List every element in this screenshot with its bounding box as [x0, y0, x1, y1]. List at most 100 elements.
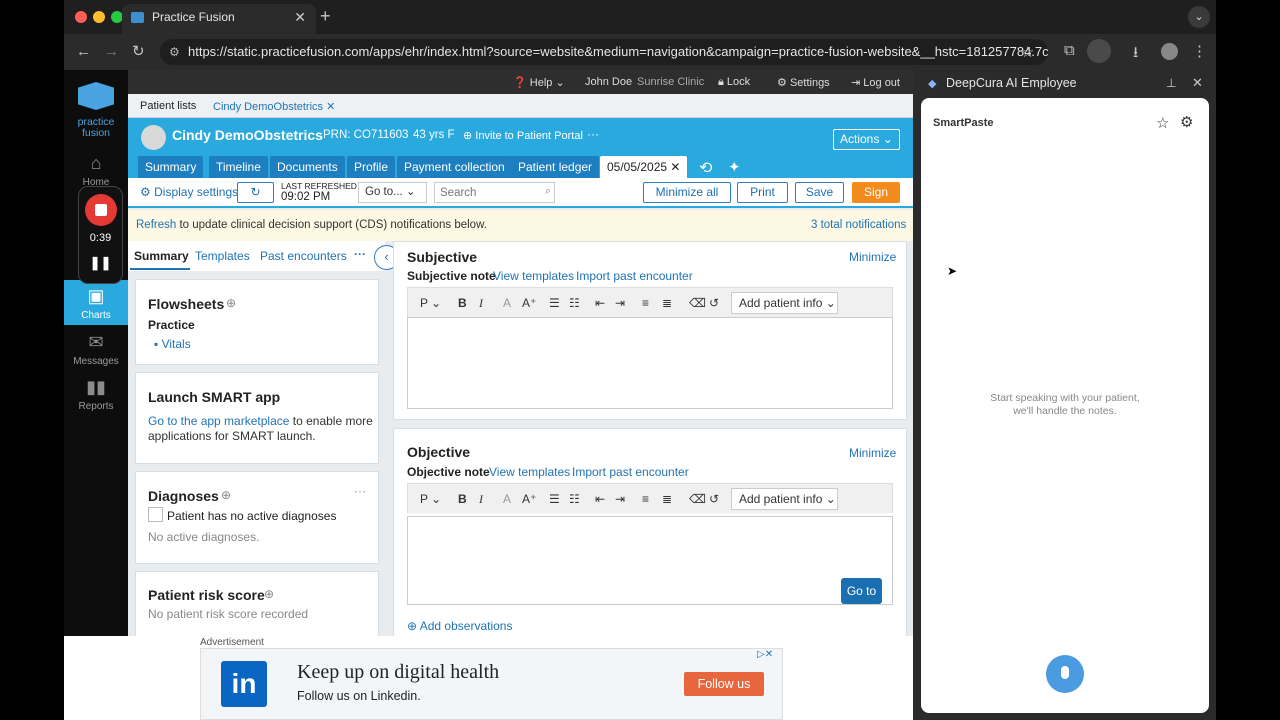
patient-name[interactable]: Cindy DemoObstetrics	[172, 127, 323, 143]
nav-home[interactable]: ⌂ Home	[64, 153, 128, 188]
settings-button[interactable]: ⚙ Settings	[777, 76, 830, 89]
goto-button[interactable]: Go to	[841, 578, 882, 604]
indent-icon[interactable]: ⇥	[615, 492, 625, 506]
search-input[interactable]	[435, 183, 535, 202]
tab-timeline[interactable]: Timeline	[209, 156, 268, 178]
display-settings-link[interactable]: ⚙ Display settings	[140, 185, 238, 199]
align-left-icon[interactable]: ≡	[642, 296, 649, 310]
download-icon[interactable]: ⭳	[1133, 42, 1138, 67]
bold-icon[interactable]: B	[458, 296, 467, 310]
pin-icon[interactable]: ⊥	[1166, 76, 1176, 90]
no-diagnoses-checkbox[interactable]	[148, 507, 163, 522]
sign-button[interactable]: Sign	[852, 182, 900, 203]
objective-minimize-link[interactable]: Minimize	[849, 446, 896, 460]
font-size-down-icon[interactable]: A	[503, 296, 511, 310]
extensions-icon[interactable]: ⧉	[1064, 42, 1075, 59]
lock-button[interactable]: 🔒︎ Lock	[718, 76, 750, 89]
cds-refresh-link[interactable]: Refresh	[136, 219, 176, 231]
history-icon[interactable]: ⟲	[699, 158, 712, 178]
outdent-icon[interactable]: ⇤	[595, 492, 605, 506]
patient-tab-current[interactable]: Cindy DemoObstetrics ✕	[213, 100, 335, 113]
actions-dropdown[interactable]: Actions ⌄	[833, 129, 900, 150]
refresh-button[interactable]: ↻	[237, 182, 274, 203]
subjective-import-link[interactable]: Import past encounter	[576, 269, 693, 283]
more-tabs-icon[interactable]: ···	[354, 247, 366, 261]
bullet-list-icon[interactable]: ☰	[549, 492, 560, 506]
align-left-icon[interactable]: ≡	[642, 492, 649, 506]
subjective-note-editor[interactable]	[407, 317, 893, 409]
user-name[interactable]: John Doe	[585, 76, 632, 88]
stop-recording-button[interactable]	[85, 194, 117, 226]
more-options-icon[interactable]: ···	[587, 127, 599, 141]
add-flowsheet-icon[interactable]: ⊕	[226, 296, 236, 310]
diagnoses-more-icon[interactable]: ···	[354, 484, 366, 498]
app-marketplace-link[interactable]: Go to the app marketplace	[148, 414, 289, 428]
tab-encounter[interactable]: 05/05/2025 ✕	[600, 156, 688, 178]
add-patient-info-dropdown[interactable]: Add patient info ⌄	[731, 292, 838, 314]
back-icon[interactable]: ←	[76, 43, 91, 60]
tab-documents[interactable]: Documents	[270, 156, 345, 178]
side-panel-icon[interactable]	[1087, 39, 1111, 63]
align-center-icon[interactable]: ≣	[662, 296, 672, 310]
follow-us-button[interactable]: Follow us	[684, 672, 764, 696]
nav-reports[interactable]: ▮▮ Reports	[64, 377, 128, 412]
goto-dropdown[interactable]: Go to... ⌄	[358, 182, 427, 203]
add-patient-info-dropdown[interactable]: Add patient info ⌄	[731, 488, 838, 510]
font-size-up-icon[interactable]: A⁺	[522, 296, 536, 310]
left-tab-summary[interactable]: Summary	[134, 249, 189, 263]
left-tab-past-encounters[interactable]: Past encounters	[260, 249, 347, 263]
font-size-up-icon[interactable]: A⁺	[522, 492, 536, 506]
eraser-icon[interactable]: ⌫	[689, 296, 706, 310]
forward-icon[interactable]: →	[104, 43, 119, 60]
font-size-down-icon[interactable]: A	[503, 492, 511, 506]
address-bar[interactable]: ⚙ https://static.practicefusion.com/apps…	[160, 39, 1048, 65]
bullet-list-icon[interactable]: ☰	[549, 296, 560, 310]
add-observations-link[interactable]: ⊕ Add observations	[407, 619, 512, 633]
subjective-view-templates-link[interactable]: View templates	[493, 269, 574, 283]
microphone-button[interactable]	[1046, 655, 1084, 693]
tab-patient-ledger[interactable]: Patient ledger	[511, 156, 600, 178]
objective-view-templates-link[interactable]: View templates	[489, 465, 570, 479]
search-icon[interactable]: ⌕	[545, 185, 551, 198]
patient-lists-tab[interactable]: Patient lists	[140, 100, 196, 112]
close-icon[interactable]: ✕	[1192, 75, 1203, 91]
undo-icon[interactable]: ↺	[709, 296, 719, 310]
undo-icon[interactable]: ↺	[709, 492, 719, 506]
minimize-window-button[interactable]	[93, 11, 105, 23]
help-menu[interactable]: ❓ Help ⌄	[513, 76, 565, 89]
eraser-icon[interactable]: ⌫	[689, 492, 706, 506]
numbered-list-icon[interactable]: ☷	[569, 492, 580, 506]
browser-tab[interactable]: Practice Fusion ✕	[122, 4, 316, 34]
indent-icon[interactable]: ⇥	[615, 296, 625, 310]
outdent-icon[interactable]: ⇤	[595, 296, 605, 310]
clinic-name[interactable]: Sunrise Clinic	[637, 76, 704, 88]
tab-profile[interactable]: Profile	[347, 156, 396, 178]
bookmark-star-icon[interactable]: ☆	[1021, 43, 1034, 61]
minimize-all-button[interactable]: Minimize all	[643, 182, 731, 203]
left-tab-templates[interactable]: Templates	[195, 249, 250, 263]
star-icon[interactable]: ☆	[1156, 114, 1169, 132]
tab-search-icon[interactable]: ⌄	[1188, 6, 1210, 28]
logout-button[interactable]: ⇥ Log out	[851, 76, 900, 89]
bold-icon[interactable]: B	[458, 492, 467, 506]
close-icon[interactable]: ✕	[326, 101, 335, 113]
linkedin-ad[interactable]: in Keep up on digital health Follow us o…	[200, 648, 783, 720]
add-risk-score-icon[interactable]: ⊕	[264, 587, 274, 601]
italic-icon[interactable]: I	[479, 492, 483, 507]
italic-icon[interactable]: I	[479, 296, 483, 311]
reload-icon[interactable]: ↻	[132, 42, 145, 60]
close-window-button[interactable]	[75, 11, 87, 23]
nav-charts[interactable]: ▣ Charts	[64, 280, 128, 325]
tab-payment-collection[interactable]: Payment collection	[397, 156, 512, 178]
site-info-icon[interactable]: ⚙	[169, 39, 180, 65]
close-icon[interactable]: ✕	[670, 160, 680, 174]
add-diagnosis-icon[interactable]: ⊕	[221, 488, 231, 502]
pause-icon[interactable]: ❚❚	[79, 255, 122, 271]
format-dropdown[interactable]: P ⌄	[420, 492, 441, 506]
subjective-minimize-link[interactable]: Minimize	[849, 250, 896, 264]
objective-import-link[interactable]: Import past encounter	[572, 465, 689, 479]
format-dropdown[interactable]: P ⌄	[420, 296, 441, 310]
profile-avatar[interactable]	[1161, 43, 1178, 60]
vitals-link[interactable]: ▪ Vitals	[154, 337, 191, 351]
align-center-icon[interactable]: ≣	[662, 492, 672, 506]
